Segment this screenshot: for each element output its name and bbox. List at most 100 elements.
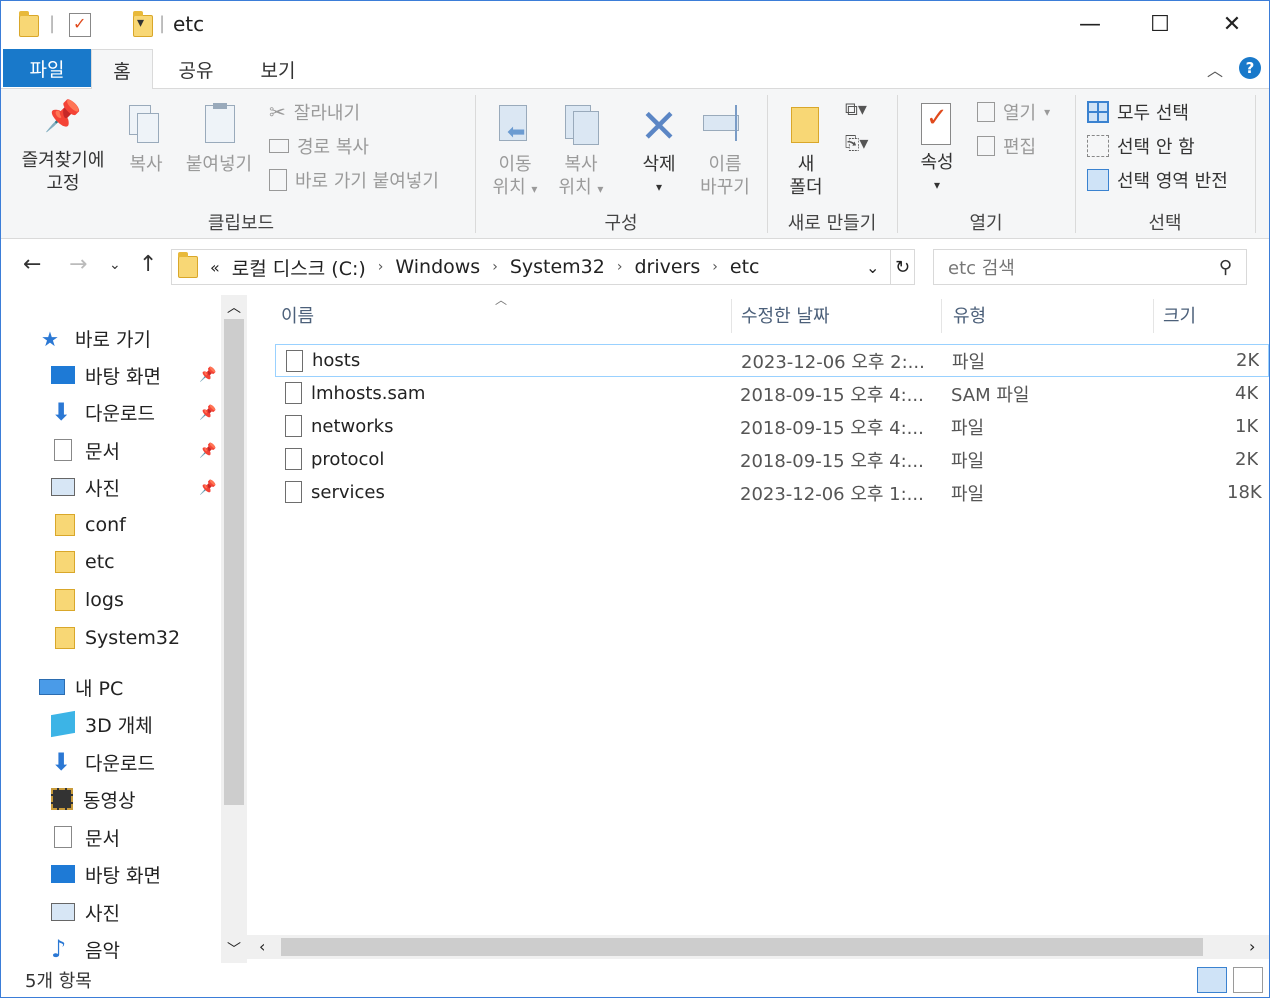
copy-button[interactable]: 복사 [121, 103, 171, 176]
breadcrumb-system32[interactable]: System32 [510, 256, 605, 278]
tab-file[interactable]: 파일 [3, 49, 91, 87]
file-row-networks[interactable]: networks 2018-09-15 오후 4:... 파일 1K [275, 410, 1269, 443]
column-divider[interactable] [1153, 299, 1154, 333]
nav-scrollbar[interactable]: ︿ ﹀ [221, 295, 247, 963]
nav-music[interactable]: ♪ 음악 [51, 932, 120, 966]
nav-pc-pictures[interactable]: 사진 [51, 895, 120, 929]
nav-videos[interactable]: 동영상 [51, 782, 135, 816]
scroll-up-icon[interactable]: ︿ [227, 297, 241, 317]
nav-system32-label: System32 [85, 627, 181, 649]
breadcrumb-drivers[interactable]: drivers [634, 256, 700, 278]
overflow-chevron-icon[interactable]: « [210, 258, 220, 277]
pin-icon[interactable]: 📌 [199, 443, 216, 459]
breadcrumb-windows[interactable]: Windows [395, 256, 480, 278]
horizontal-scrollbar[interactable]: ‹ › [247, 935, 1269, 959]
collapse-ribbon-icon[interactable]: ︿ [1207, 57, 1223, 81]
pin-icon[interactable]: 📌 [199, 480, 216, 496]
file-row-hosts[interactable]: hosts 2023-12-06 오후 2:... 파일 2K [275, 344, 1269, 377]
up-arrow-icon[interactable]: ↑ [139, 252, 157, 277]
scroll-right-icon[interactable]: › [1249, 937, 1255, 956]
address-bar[interactable]: « 로컬 디스크 (C:) › Windows › System32 › dri… [171, 249, 891, 285]
paste-shortcut-button[interactable]: 바로 가기 붙여넣기 [269, 167, 439, 193]
breadcrumb-etc[interactable]: etc [730, 256, 760, 278]
open-dropdown-icon: ▾ [1044, 105, 1051, 119]
scroll-down-icon[interactable]: ﹀ [227, 939, 241, 959]
invert-selection-button[interactable]: 선택 영역 반전 [1087, 167, 1228, 193]
details-view-icon[interactable] [1197, 967, 1227, 993]
forward-arrow-icon[interactable]: → [69, 252, 87, 277]
address-dropdown-icon[interactable]: ⌄ [866, 258, 879, 277]
download-arrow-icon: ⬇ [51, 748, 72, 776]
minimize-button[interactable]: — [1055, 1, 1125, 47]
nav-documents[interactable]: 문서 [51, 433, 120, 467]
file-row-lmhosts[interactable]: lmhosts.sam 2018-09-15 오후 4:... SAM 파일 4… [275, 377, 1269, 410]
nav-this-pc[interactable]: 내 PC [39, 670, 123, 704]
open-button[interactable]: 열기 ▾ [977, 99, 1050, 125]
breadcrumb-separator-icon[interactable]: › [378, 259, 384, 275]
file-row-services[interactable]: services 2023-12-06 오후 1:... 파일 18K [275, 476, 1269, 509]
file-date: 2018-09-15 오후 4:... [740, 417, 924, 439]
maximize-button[interactable]: ☐ [1125, 1, 1195, 47]
new-item-icon[interactable]: ⧉▾ [845, 99, 867, 120]
recent-locations-chevron-icon[interactable]: ⌄ [109, 257, 121, 273]
item-count: 5개 항목 [25, 971, 92, 992]
search-icon[interactable]: ⚲ [1219, 257, 1232, 278]
help-icon[interactable]: ? [1239, 57, 1261, 79]
nav-pc-documents[interactable]: 문서 [51, 820, 120, 854]
tab-share[interactable]: 공유 [161, 49, 231, 89]
column-header-date[interactable]: 수정한 날짜 [741, 295, 830, 335]
invert-selection-label: 선택 영역 반전 [1117, 171, 1228, 192]
quick-access-dropdown-icon[interactable]: ▾ [137, 15, 144, 43]
column-header-type[interactable]: 유형 [953, 295, 986, 335]
breadcrumb-separator-icon[interactable]: › [617, 259, 623, 275]
column-header-name[interactable]: 이름 [281, 295, 314, 335]
nav-pc-downloads[interactable]: ⬇ 다운로드 [51, 745, 155, 779]
easy-access-icon[interactable]: ⎘▾ [845, 133, 868, 154]
back-arrow-icon[interactable]: ← [23, 252, 41, 277]
file-size: 18K [1227, 482, 1262, 503]
delete-button[interactable]: ✕ 삭제 ▾ [631, 103, 687, 199]
nav-folder-system32[interactable]: System32 [55, 621, 180, 655]
pin-icon[interactable]: 📌 [199, 367, 216, 383]
nav-scroll-thumb[interactable] [224, 319, 244, 805]
large-icons-view-icon[interactable] [1233, 967, 1263, 993]
breadcrumb-local-disk[interactable]: 로컬 디스크 (C:) [232, 254, 366, 281]
nav-desktop[interactable]: 바탕 화면 [51, 358, 161, 392]
pin-to-quick-access-button[interactable]: 📌 즐겨찾기에 고정 [11, 102, 115, 195]
nav-folder-conf[interactable]: conf [55, 508, 126, 542]
cut-button[interactable]: ✂ 잘라내기 [269, 99, 360, 125]
nav-pc-desktop[interactable]: 바탕 화면 [51, 857, 161, 891]
select-none-button[interactable]: 선택 안 함 [1087, 133, 1195, 159]
nav-folder-etc[interactable]: etc [55, 545, 115, 579]
tab-view[interactable]: 보기 [245, 49, 311, 89]
status-bar: 5개 항목 [1, 963, 1269, 997]
paste-button[interactable]: 붙여넣기 [179, 103, 259, 176]
select-all-button[interactable]: 모두 선택 [1087, 99, 1189, 125]
search-box[interactable]: etc 검색 ⚲ [933, 249, 1247, 285]
breadcrumb-separator-icon[interactable]: › [712, 259, 718, 275]
new-folder-button[interactable]: 새 폴더 [779, 103, 833, 199]
refresh-icon[interactable]: ↻ [891, 249, 915, 285]
copy-to-button[interactable]: 복사 위치 ▾ [551, 103, 611, 201]
move-to-button[interactable]: ⬅ 이동 위치 ▾ [485, 103, 545, 201]
rename-button[interactable]: 이름 바꾸기 [693, 103, 757, 199]
tab-home[interactable]: 홈 [91, 49, 153, 90]
file-row-protocol[interactable]: protocol 2018-09-15 오후 4:... 파일 2K [275, 443, 1269, 476]
column-divider[interactable] [941, 299, 942, 333]
column-divider[interactable] [731, 299, 732, 333]
pin-icon[interactable]: 📌 [199, 405, 216, 421]
nav-folder-logs[interactable]: logs [55, 583, 124, 617]
scroll-left-icon[interactable]: ‹ [259, 937, 265, 956]
copy-path-button[interactable]: 경로 복사 [269, 133, 369, 159]
close-button[interactable]: ✕ [1197, 1, 1267, 47]
properties-button[interactable]: ✓ 속성 ▾ [907, 101, 967, 197]
nav-quick-access[interactable]: ★ 바로 가기 [41, 321, 151, 355]
nav-3d-objects[interactable]: 3D 개체 [51, 707, 153, 741]
nav-pictures[interactable]: 사진 [51, 470, 120, 504]
edit-button[interactable]: 편집 [977, 133, 1036, 159]
nav-downloads[interactable]: ⬇ 다운로드 [51, 395, 155, 429]
properties-quick-icon[interactable]: ✓ [69, 13, 91, 37]
horizontal-scroll-thumb[interactable] [281, 938, 1203, 956]
breadcrumb-separator-icon[interactable]: › [492, 259, 498, 275]
column-header-size[interactable]: 크기 [1163, 295, 1196, 335]
